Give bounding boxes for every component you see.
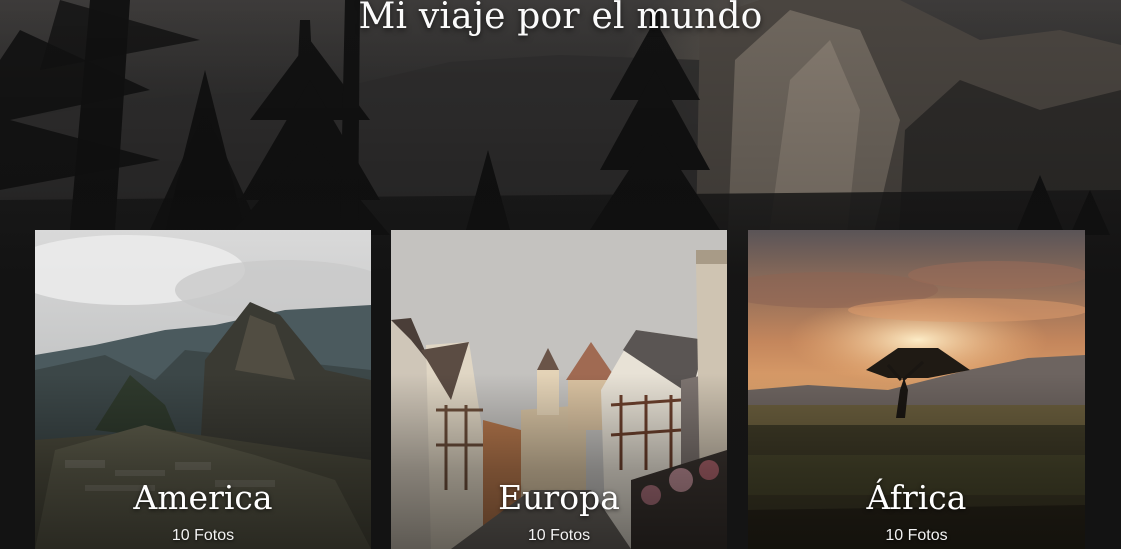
album-title: Europa [498, 478, 620, 517]
album-card-europa[interactable]: Europa 10 Fotos [391, 230, 727, 549]
album-title: America [133, 478, 273, 517]
album-photo-count: 10 Fotos [527, 527, 591, 544]
album-card-africa[interactable]: África 10 Fotos [748, 230, 1085, 549]
album-photo-count: 10 Fotos [885, 527, 948, 544]
album-grid: America 10 Fotos Europa 10 Fotos África … [35, 230, 1085, 549]
album-card-america[interactable]: America 10 Fotos [35, 230, 371, 549]
album-title: África [866, 478, 967, 517]
page-title: Mi viaje por el mundo [358, 0, 763, 37]
album-photo-count: 10 Fotos [171, 527, 235, 544]
